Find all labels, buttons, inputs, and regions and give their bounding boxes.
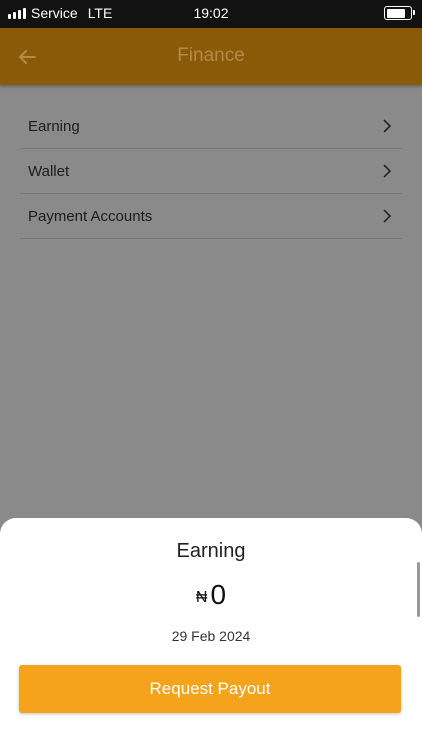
- status-time: 19:02: [193, 5, 229, 21]
- status-bar: Service LTE 19:02: [0, 0, 422, 28]
- menu-item-wallet[interactable]: Wallet: [20, 149, 402, 194]
- earning-amount: ₦ 0: [0, 579, 422, 611]
- app-bar: Finance: [0, 28, 422, 85]
- battery-fill: [386, 8, 406, 18]
- chevron-right-icon: [383, 164, 392, 178]
- earning-date: 29 Feb 2024: [171, 628, 251, 644]
- menu-item-label: Payment Accounts: [28, 207, 153, 225]
- finance-menu: Earning Wallet Payment Accounts: [20, 104, 402, 239]
- sheet-title: Earning: [176, 540, 246, 562]
- chevron-right-icon: [383, 209, 392, 223]
- menu-item-label: Wallet: [28, 162, 70, 180]
- request-payout-button[interactable]: Request Payout: [19, 665, 401, 713]
- chevron-right-icon: [383, 119, 392, 133]
- menu-item-label: Earning: [28, 117, 80, 135]
- menu-item-earning[interactable]: Earning: [20, 104, 402, 149]
- earning-bottom-sheet: Earning ₦ 0 29 Feb 2024 Request Payout: [0, 518, 422, 750]
- menu-item-payment-accounts[interactable]: Payment Accounts: [20, 194, 402, 239]
- currency-symbol: ₦: [195, 589, 208, 606]
- amount-value: 0: [210, 579, 227, 610]
- battery-icon: [384, 6, 415, 20]
- page-title: Finance: [177, 45, 245, 66]
